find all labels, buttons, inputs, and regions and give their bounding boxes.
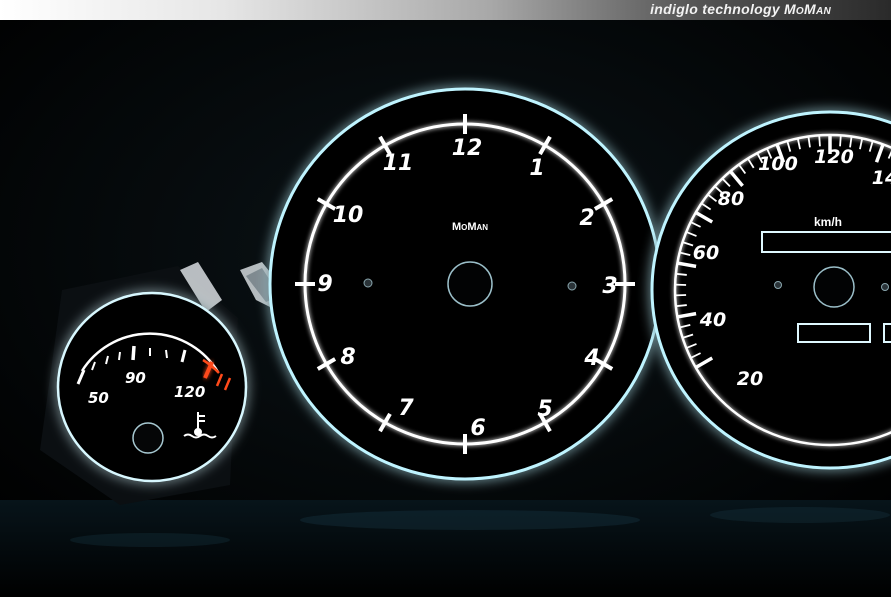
clock-hour-12: 12: [452, 136, 483, 161]
temp-label-mid: 90: [125, 369, 146, 387]
speedo-screw-left: [774, 281, 782, 289]
speedo-unit-label: km/h: [814, 215, 842, 229]
speedo-screw-right: [881, 283, 889, 291]
clock-hour-6: 6: [470, 416, 485, 441]
clock-screw-right: [567, 281, 577, 291]
clock-hour-2: 2: [579, 206, 594, 231]
temp-gauge-tick: [165, 349, 168, 359]
speedo-minor-tick: [839, 135, 842, 147]
clock-hour-9: 9: [317, 272, 332, 297]
clock-hour-11: 11: [383, 151, 414, 176]
speedo-label-40: 40: [699, 309, 726, 331]
speedo-minor-tick: [675, 272, 687, 276]
temp-gauge-tick: [118, 351, 121, 361]
clock-screw-left: [363, 278, 373, 288]
speedo-label-100: 100: [758, 153, 798, 175]
speedo-minor-tick: [818, 135, 821, 147]
speedo-label-140: 14: [872, 167, 891, 189]
instrument-cluster: 50 90 120 12 1 2 3 4 5 6 7 8 9 10 11 MoM…: [0, 20, 891, 597]
speedo-label-20: 20: [737, 368, 763, 390]
clock-hour-3: 3: [602, 274, 617, 299]
speedo-reflection: [710, 507, 890, 523]
temperature-gauge: 50 90 120: [40, 262, 248, 505]
speedo-label-80: 80: [718, 188, 744, 210]
temp-label-low: 50: [88, 389, 109, 407]
clock-hour-4: 4: [583, 346, 599, 371]
clock-hour-1: 1: [529, 156, 544, 181]
speedo-label-120: 120: [814, 146, 854, 168]
speedo-minor-tick: [675, 304, 687, 308]
temp-gauge-tick: [131, 345, 136, 361]
temp-gauge-needle-hub: [132, 422, 164, 454]
clock-brand-logo: MoMan: [452, 221, 488, 233]
clock-hour-5: 5: [537, 397, 552, 422]
clock-hour-8: 8: [340, 345, 355, 370]
temp-label-high: 120: [174, 383, 205, 401]
speedo-label-60: 60: [693, 242, 719, 264]
temp-reflection: [70, 533, 230, 547]
speedo-center-hub: [813, 266, 855, 308]
clock-reflection: [300, 510, 640, 530]
clock-center-hub: [447, 261, 493, 307]
analog-clock: 12 1 2 3 4 5 6 7 8 9 10 11 MoMan: [268, 87, 662, 481]
clock-hour-10: 10: [333, 203, 364, 228]
clock-hour-7: 7: [398, 396, 414, 421]
